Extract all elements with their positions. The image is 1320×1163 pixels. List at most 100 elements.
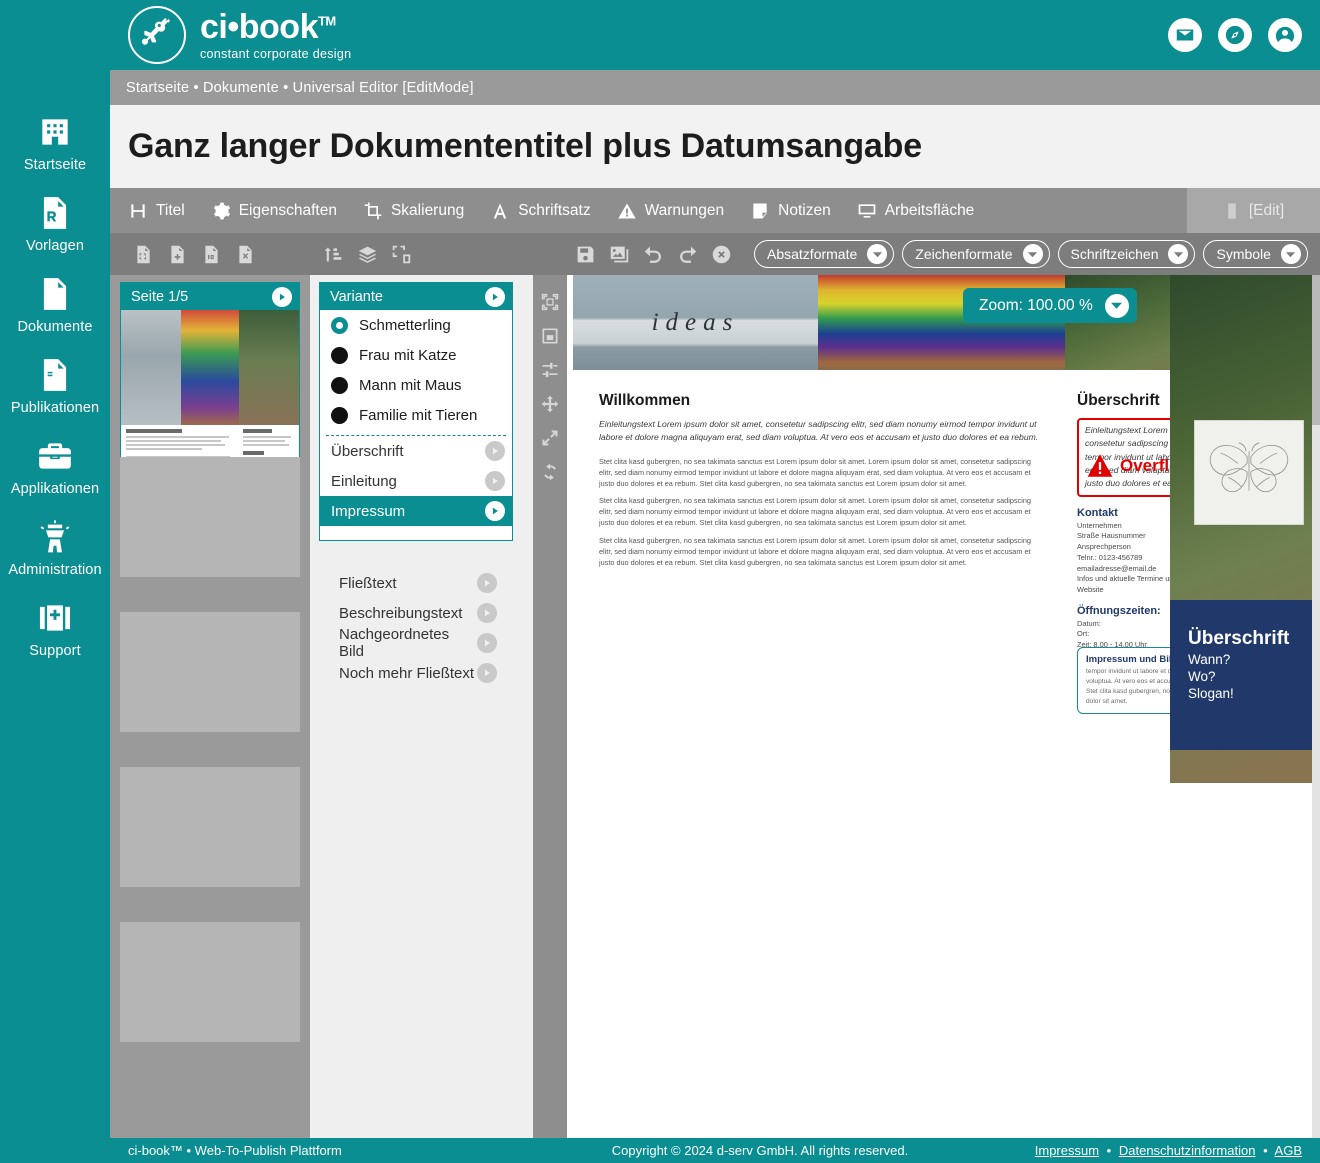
tab-edit[interactable]: [Edit] — [1187, 188, 1320, 233]
combo-absatzformate[interactable]: Absatzformate — [754, 240, 895, 268]
sliders-icon[interactable] — [533, 353, 567, 387]
play-icon[interactable] — [477, 603, 497, 623]
play-icon[interactable] — [477, 633, 497, 653]
heading-icon — [131, 203, 145, 218]
play-icon[interactable] — [272, 286, 292, 307]
play-icon[interactable] — [485, 286, 505, 307]
variant-option-familie-mit-tieren[interactable]: Familie mit Tieren — [320, 400, 512, 430]
play-icon[interactable] — [485, 441, 505, 461]
page-placeholder[interactable] — [120, 767, 300, 887]
tab-edit-label: [Edit] — [1248, 201, 1285, 219]
resize-diagonal-icon[interactable] — [533, 421, 567, 455]
variant-row-label: Nachgeordnetes Bild — [339, 626, 450, 660]
user-icon[interactable] — [1268, 18, 1302, 52]
play-icon[interactable] — [477, 573, 497, 593]
document-preview[interactable]: ideas Willkommen Einleitungstext Lorem i… — [567, 275, 1320, 1138]
scrollbar-thumb[interactable] — [1312, 275, 1320, 425]
fit-frame-icon[interactable] — [533, 319, 567, 353]
footer-link-datenschutz[interactable]: Datenschutzinformation — [1119, 1143, 1256, 1158]
sidebar-item-label: Applikationen — [10, 481, 100, 497]
tab-schriftsatz[interactable]: Schriftsatz — [490, 188, 591, 233]
close-circle-icon[interactable] — [704, 237, 738, 271]
sidebar-item-label: Startseite — [23, 157, 87, 173]
variant-row-ueberschrift[interactable]: Überschrift — [320, 436, 512, 466]
sidebar-item-applikationen[interactable]: Applikationen — [0, 436, 110, 497]
variant-option-mann-mit-maus[interactable]: Mann mit Maus — [320, 370, 512, 400]
variant-row-noch-mehr-fliesstext[interactable]: Noch mehr Fließtext — [319, 658, 513, 688]
footer-link-impressum[interactable]: Impressum — [1035, 1143, 1099, 1158]
document-left-column: Willkommen Einleitungstext Lorem ipsum d… — [573, 370, 1065, 722]
sidebar-item-publikationen[interactable]: Publikationen — [0, 355, 110, 416]
tab-notizen[interactable]: Notizen — [750, 188, 831, 233]
app-root: Startseite Vorlagen Dokumente Publikatio… — [0, 0, 1320, 1163]
sidebar-item-administration[interactable]: Administration — [0, 517, 110, 578]
brand-name: ci•bookTM — [200, 7, 336, 46]
tab-label: Notizen — [778, 201, 831, 219]
page-placeholder[interactable] — [120, 922, 300, 1042]
building-icon — [35, 112, 75, 152]
variant-row-label: Einleitung — [331, 472, 397, 490]
preview-scrollbar[interactable] — [1312, 275, 1320, 1138]
variant-row-einleitung[interactable]: Einleitung — [320, 466, 512, 496]
undo-icon[interactable] — [636, 237, 670, 271]
footer-separator: • — [1106, 1143, 1112, 1158]
sort-order-icon[interactable] — [316, 237, 350, 271]
willkommen-lead: Einleitungstext Lorem ipsum dolor sit am… — [599, 419, 1039, 443]
sidebar-item-vorlagen[interactable]: Vorlagen — [0, 193, 110, 254]
combo-schriftzeichen[interactable]: Schriftzeichen — [1057, 240, 1196, 268]
tab-label: Skalierung — [390, 201, 465, 219]
note-icon — [753, 203, 767, 218]
tab-titel[interactable]: Titel — [128, 188, 185, 233]
footer-link-agb[interactable]: AGB — [1275, 1143, 1302, 1158]
compass-icon[interactable] — [1218, 18, 1252, 52]
document-frame-icon[interactable] — [126, 237, 160, 271]
combo-label: Zeichenformate — [915, 246, 1013, 262]
redo-icon[interactable] — [670, 237, 704, 271]
play-icon[interactable] — [477, 663, 497, 683]
variant-row-label: Fließtext — [339, 574, 397, 592]
document-add-icon[interactable] — [160, 237, 194, 271]
document-delete-icon[interactable] — [228, 237, 262, 271]
combo-zeichenformate[interactable]: Zeichenformate — [902, 240, 1050, 268]
refresh-icon[interactable] — [533, 455, 567, 489]
tab-arbeitsflaeche[interactable]: Arbeitsfläche — [857, 188, 974, 233]
sidebar-item-startseite[interactable]: Startseite — [0, 112, 110, 173]
document-number-icon[interactable] — [194, 237, 228, 271]
variant-row-nachgeordnetes-bild[interactable]: Nachgeordnetes Bild — [319, 626, 513, 660]
editor-toolbar: Absatzformate Zeichenformate Schriftzeic… — [110, 233, 1320, 275]
page-placeholder[interactable] — [120, 457, 300, 577]
images-icon[interactable] — [602, 237, 636, 271]
page-placeholder[interactable] — [120, 612, 300, 732]
select-frame-icon[interactable] — [533, 285, 567, 319]
zoom-level-label: Zoom: 100.00 % — [979, 296, 1093, 314]
variant-option-frau-mit-katze[interactable]: Frau mit Katze — [320, 340, 512, 370]
sidebar-item-dokumente[interactable]: Dokumente — [0, 274, 110, 335]
variant-option-label: Familie mit Tieren — [359, 406, 478, 424]
workspace: Seite 1/5 Variante Schmetterling Frau mi… — [110, 275, 1320, 1138]
play-icon[interactable] — [485, 471, 505, 491]
breadcrumb[interactable]: Startseite • Dokumente • Universal Edito… — [110, 70, 1320, 105]
variant-row-fliesstext[interactable]: Fließtext — [319, 568, 513, 598]
variant-row-beschreibungstext[interactable]: Beschreibungstext — [319, 598, 513, 628]
variant-row-impressum[interactable]: Impressum — [320, 496, 512, 526]
willkommen-heading: Willkommen — [599, 392, 691, 409]
tab-skalierung[interactable]: Skalierung — [363, 188, 464, 233]
sidebar-item-support[interactable]: Support — [0, 598, 110, 659]
tab-warnungen[interactable]: Warnungen — [617, 188, 724, 233]
tab-eigenschaften[interactable]: Eigenschaften — [211, 188, 337, 233]
warning-triangle-icon — [1087, 454, 1113, 477]
app-header: ci•bookTM constant corporate design — [110, 0, 1320, 70]
move-icon[interactable] — [533, 387, 567, 421]
brand-logo[interactable]: ci•bookTM constant corporate design — [128, 6, 351, 64]
play-icon[interactable] — [485, 501, 505, 521]
variant-option-schmetterling[interactable]: Schmetterling — [320, 310, 512, 340]
navy-line: Slogan! — [1188, 685, 1234, 701]
combo-symbole[interactable]: Symbole — [1203, 240, 1308, 268]
mail-icon[interactable] — [1168, 18, 1202, 52]
chevron-down-icon[interactable] — [1104, 293, 1129, 318]
layers-icon[interactable] — [350, 237, 384, 271]
zoom-control[interactable]: Zoom: 100.00 % — [963, 288, 1137, 323]
save-icon[interactable] — [568, 237, 602, 271]
sidebar-item-label: Administration — [8, 562, 102, 578]
group-objects-icon[interactable] — [384, 237, 418, 271]
